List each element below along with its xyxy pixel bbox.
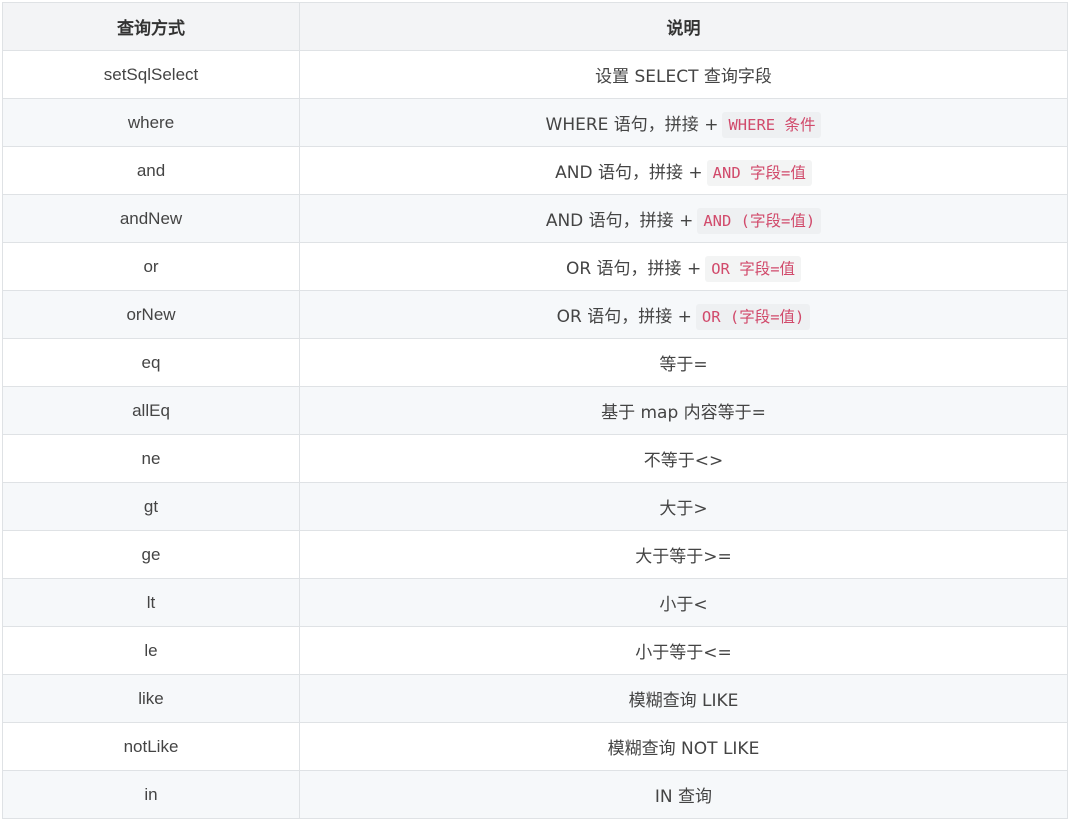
description-text: 模糊查询 NOT LIKE [607, 739, 760, 759]
description-text: AND 语句，拼接 + [545, 211, 694, 231]
description-cell: 小于< [299, 578, 1068, 627]
description-text: 设置 SELECT 查询字段 [595, 67, 772, 87]
column-header-description: 说明 [299, 2, 1068, 51]
description-cell: AND 语句，拼接 + AND 字段=值 [299, 146, 1068, 195]
method-name: gt [143, 496, 159, 516]
method-cell: ge [2, 530, 300, 579]
method-name: ne [141, 448, 161, 468]
description-cell: OR 语句，拼接 + OR 字段=值 [299, 242, 1068, 291]
method-name: andNew [119, 208, 183, 228]
inline-code: AND (字段=值) [697, 208, 822, 234]
description-cell: 大于等于>= [299, 530, 1068, 579]
method-cell: ne [2, 434, 300, 483]
method-cell: orNew [2, 290, 300, 339]
description-text: 大于等于>= [635, 547, 732, 567]
method-name: allEq [132, 400, 170, 420]
table-row: gt 大于> [2, 482, 1068, 531]
method-name: eq [141, 352, 161, 372]
description-text: 基于 map 内容等于= [601, 403, 766, 423]
description-cell: OR 语句，拼接 + OR (字段=值) [299, 290, 1068, 339]
method-cell: in [2, 770, 300, 819]
method-name: and [136, 160, 166, 180]
table-row: lt 小于< [2, 578, 1068, 627]
description-cell: AND 语句，拼接 + AND (字段=值) [299, 194, 1068, 243]
method-cell: allEq [2, 386, 300, 435]
description-cell: 基于 map 内容等于= [299, 386, 1068, 435]
description-cell: 大于> [299, 482, 1068, 531]
description-cell: 等于= [299, 338, 1068, 387]
table-row: where WHERE 语句，拼接 + WHERE 条件 [2, 98, 1068, 147]
description-cell: 不等于<> [299, 434, 1068, 483]
method-name: notLike [123, 736, 179, 756]
method-cell: and [2, 146, 300, 195]
description-text: 小于等于<= [635, 643, 732, 663]
description-cell: 设置 SELECT 查询字段 [299, 50, 1068, 99]
description-text: 模糊查询 LIKE [628, 691, 739, 711]
method-name: le [144, 640, 158, 660]
description-cell: 小于等于<= [299, 626, 1068, 675]
method-cell: setSqlSelect [2, 50, 300, 99]
method-name: setSqlSelect [103, 64, 199, 84]
description-cell: 模糊查询 NOT LIKE [299, 722, 1068, 771]
method-cell: lt [2, 578, 300, 627]
table-row: notLike 模糊查询 NOT LIKE [2, 722, 1068, 771]
description-text: 大于> [659, 499, 708, 519]
description-cell: IN 查询 [299, 770, 1068, 819]
table-row: or OR 语句，拼接 + OR 字段=值 [2, 242, 1068, 291]
inline-code: OR 字段=值 [705, 256, 802, 282]
method-name: in [144, 784, 158, 804]
method-cell: or [2, 242, 300, 291]
table-row: ne 不等于<> [2, 434, 1068, 483]
query-methods-table-container: 查询方式 说明 setSqlSelect 设置 SELECT 查询字段 wher… [2, 2, 1068, 819]
method-name: ge [141, 544, 161, 564]
table-row: orNew OR 语句，拼接 + OR (字段=值) [2, 290, 1068, 339]
method-cell: like [2, 674, 300, 723]
method-name: orNew [126, 304, 176, 324]
table-row: in IN 查询 [2, 770, 1068, 819]
method-cell: eq [2, 338, 300, 387]
inline-code: OR (字段=值) [695, 304, 811, 330]
inline-code: AND 字段=值 [706, 160, 812, 186]
column-header-method: 查询方式 [2, 2, 300, 51]
method-name: lt [146, 592, 156, 612]
inline-code: WHERE 条件 [722, 112, 822, 138]
method-name: or [143, 256, 159, 276]
method-cell: notLike [2, 722, 300, 771]
table-body: setSqlSelect 设置 SELECT 查询字段 where WHERE … [2, 50, 1068, 819]
table-row: setSqlSelect 设置 SELECT 查询字段 [2, 50, 1068, 99]
table-row: andNew AND 语句，拼接 + AND (字段=值) [2, 194, 1068, 243]
description-text: OR 语句，拼接 + [556, 307, 692, 327]
description-text: 不等于<> [643, 451, 724, 471]
method-name: where [127, 112, 175, 132]
description-text: OR 语句，拼接 + [565, 259, 702, 279]
table-row: ge 大于等于>= [2, 530, 1068, 579]
description-text: 等于= [659, 355, 708, 375]
description-text: IN 查询 [654, 787, 713, 807]
method-cell: le [2, 626, 300, 675]
table-row: eq 等于= [2, 338, 1068, 387]
method-name: like [138, 688, 164, 708]
table-row: allEq 基于 map 内容等于= [2, 386, 1068, 435]
table-row: le 小于等于<= [2, 626, 1068, 675]
description-text: WHERE 语句，拼接 + [545, 115, 719, 135]
table-header: 查询方式 说明 [2, 2, 1068, 51]
description-cell: 模糊查询 LIKE [299, 674, 1068, 723]
table-row: like 模糊查询 LIKE [2, 674, 1068, 723]
description-text: 小于< [659, 595, 708, 615]
description-cell: WHERE 语句，拼接 + WHERE 条件 [299, 98, 1068, 147]
method-cell: andNew [2, 194, 300, 243]
method-cell: gt [2, 482, 300, 531]
description-text: AND 语句，拼接 + [555, 163, 703, 183]
header-row: 查询方式 说明 [2, 2, 1068, 51]
table-row: and AND 语句，拼接 + AND 字段=值 [2, 146, 1068, 195]
query-methods-table: 查询方式 说明 setSqlSelect 设置 SELECT 查询字段 wher… [2, 2, 1068, 819]
method-cell: where [2, 98, 300, 147]
